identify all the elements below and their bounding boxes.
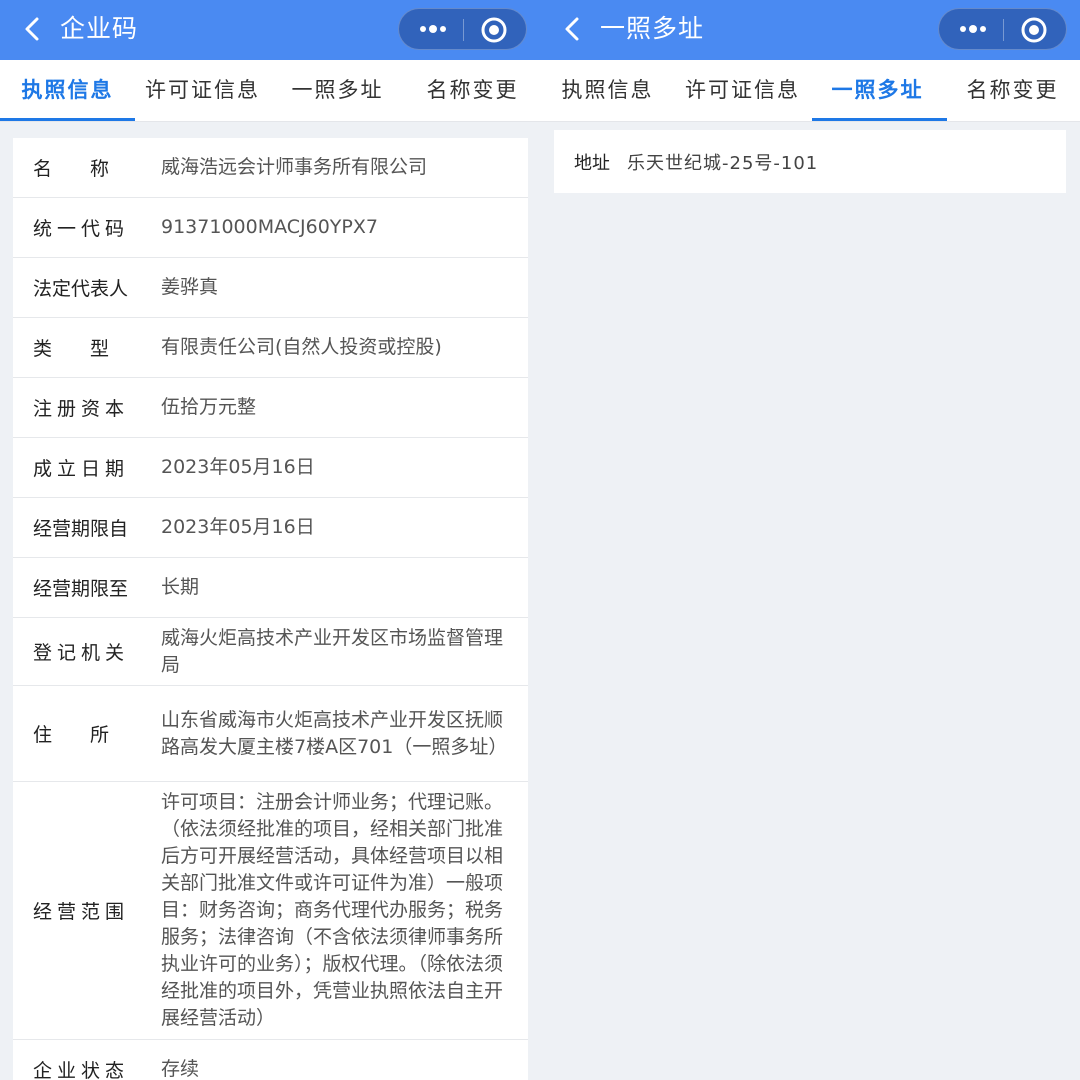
row-value: 2023年05月16日 [161, 516, 315, 538]
row-label: 名 称 [33, 158, 110, 180]
address-item: 地址 乐天世纪城-25号-101 [554, 130, 1066, 193]
more-dots-icon[interactable] [953, 9, 993, 49]
mini-program-capsule [938, 8, 1067, 50]
row-label: 经营范围 [33, 901, 130, 923]
tab-bar: 执照信息 许可证信息 一照多址 名称变更 [540, 60, 1080, 122]
row-term-from: 经营期限自 2023年05月16日 [13, 498, 528, 558]
row-label: 住 所 [33, 724, 110, 746]
multi-address-screen: 一照多址 执照信息 许可证信息 一照多址 名称变更 地址 乐天世纪城-25号-1… [540, 0, 1080, 1080]
row-company-status: 企业状态 存续 [13, 1040, 528, 1080]
title-bar: 企业码 [0, 0, 540, 60]
tab-multi-address[interactable]: 一照多址 [270, 60, 405, 122]
license-info-screen: 企业码 执照信息 许可证信息 一照多址 名称变更 名 称 威海浩远会计师事务所有… [0, 0, 540, 1080]
more-dots-icon[interactable] [413, 9, 453, 49]
row-legal-rep: 法定代表人 姜骅真 [13, 258, 528, 318]
row-value: 姜骅真 [161, 276, 219, 298]
row-value: 有限责任公司(自然人投资或控股) [161, 336, 442, 358]
row-value: 91371000MACJ60YPX7 [161, 216, 378, 238]
row-term-to: 经营期限至 长期 [13, 558, 528, 618]
close-target-icon[interactable] [1019, 15, 1049, 45]
row-registered-capital: 注册资本 伍拾万元整 [13, 378, 528, 438]
row-business-scope: 经营范围 许可项目：注册会计师业务；代理记账。（依法须经批准的项目，经相关部门批… [13, 782, 528, 1040]
tab-bar: 执照信息 许可证信息 一照多址 名称变更 [0, 60, 540, 122]
row-established-date: 成立日期 2023年05月16日 [13, 438, 528, 498]
tab-license-info[interactable]: 执照信息 [540, 60, 675, 122]
tab-permit-info[interactable]: 许可证信息 [675, 60, 810, 122]
row-label: 法定代表人 [33, 278, 129, 300]
row-domicile: 住 所 山东省威海市火炬高技术产业开发区抚顺路高发大厦主楼7楼A区701（一照多… [13, 686, 528, 782]
row-value: 存续 [161, 1058, 200, 1080]
row-value: 2023年05月16日 [161, 456, 315, 478]
row-label: 经营期限自 [33, 518, 129, 540]
tab-permit-info[interactable]: 许可证信息 [135, 60, 270, 122]
row-value: 山东省威海市火炬高技术产业开发区抚顺路高发大厦主楼7楼A区701（一照多址） [161, 708, 508, 758]
row-value: 长期 [161, 576, 200, 598]
tab-name-change[interactable]: 名称变更 [405, 60, 540, 122]
page-title: 企业码 [60, 14, 139, 43]
row-label: 成立日期 [33, 458, 130, 480]
capsule-divider [1003, 19, 1004, 41]
tab-name-change[interactable]: 名称变更 [945, 60, 1080, 122]
row-label: 经营期限至 [33, 578, 129, 600]
active-tab-indicator [0, 118, 135, 121]
tab-license-info[interactable]: 执照信息 [0, 60, 135, 122]
row-value: 威海火炬高技术产业开发区市场监督管理局 [161, 626, 504, 676]
page-title: 一照多址 [600, 14, 705, 43]
back-arrow-icon[interactable] [558, 14, 588, 44]
row-label: 注册资本 [33, 398, 130, 420]
mini-program-capsule [398, 8, 527, 50]
address-label: 地址 [574, 153, 610, 174]
row-label: 类 型 [33, 338, 110, 360]
back-arrow-icon[interactable] [18, 14, 48, 44]
row-label: 企业状态 [33, 1060, 130, 1080]
close-target-icon[interactable] [479, 15, 509, 45]
tab-multi-address[interactable]: 一照多址 [810, 60, 945, 122]
title-bar: 一照多址 [540, 0, 1080, 60]
address-value: 乐天世纪城-25号-101 [627, 153, 819, 174]
row-name: 名 称 威海浩远会计师事务所有限公司 [13, 138, 528, 198]
row-value: 威海浩远会计师事务所有限公司 [161, 156, 428, 178]
row-label: 登记机关 [33, 642, 130, 664]
license-detail-table: 名 称 威海浩远会计师事务所有限公司 统一代码 91371000MACJ60YP… [13, 138, 528, 1080]
row-label: 统一代码 [33, 218, 130, 240]
row-value: 伍拾万元整 [161, 396, 257, 418]
capsule-divider [463, 19, 464, 41]
row-registration-authority: 登记机关 威海火炬高技术产业开发区市场监督管理局 [13, 618, 528, 686]
row-credit-code: 统一代码 91371000MACJ60YPX7 [13, 198, 528, 258]
active-tab-indicator [812, 118, 947, 121]
row-value: 许可项目：注册会计师业务；代理记账。（依法须经批准的项目，经相关部门批准后方可开… [161, 791, 504, 1029]
row-type: 类 型 有限责任公司(自然人投资或控股) [13, 318, 528, 378]
